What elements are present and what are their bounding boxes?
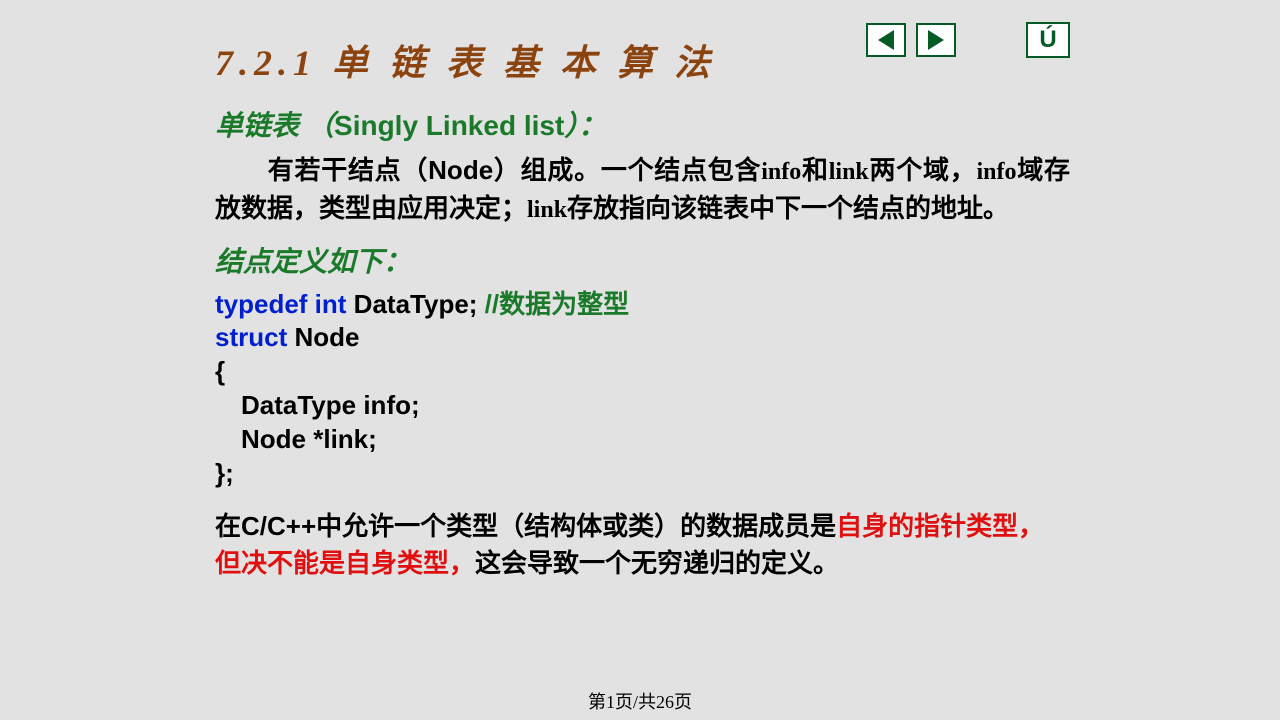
text: Node [287,322,359,352]
text: 和 [801,155,828,185]
slide-content: 7.2.1 单 链 表 基 本 算 法 单链表 （Singly Linked l… [215,34,1070,581]
page-indicator: 第1页/共26页 [0,688,1280,714]
text: 在C/C++中允许一个类型（结构体或类）的数据成员是 [215,511,836,541]
text: 两个域， [869,155,977,185]
text: info [761,159,801,185]
keyword: typedef int [215,289,346,319]
text-emphasis: 自身的指针类型， [836,511,1044,541]
text: info [976,159,1016,185]
paragraph-intro: 有若干结点（Node）组成。一个结点包含info和link两个域，info域存放… [215,152,1070,228]
code-line: struct Node [215,321,1070,355]
text: ）： [564,111,606,142]
code-line: DataType info; [215,389,1070,423]
heading-linked-list: 单链表 （Singly Linked list）： [215,104,1070,144]
text-emphasis: 但决不能是自身类型， [215,548,475,578]
code-line: typedef int DataType; //数据为整型 [215,288,1070,322]
code-line: { [215,355,1070,389]
text: 有若干结点（ [267,155,428,185]
section-title: 7.2.1 单 链 表 基 本 算 法 [215,34,1070,86]
heading-definition: 结点定义如下： [215,240,1070,280]
text: Singly Linked list [334,110,564,141]
code-block: typedef int DataType; //数据为整型 struct Nod… [215,288,1070,491]
text: ）组成。一个结点包含 [493,155,761,185]
text: 单链表 （ [215,111,334,142]
paragraph-note: 在C/C++中允许一个类型（结构体或类）的数据成员是自身的指针类型， 但决不能是自… [215,508,1070,581]
text: 这会导致一个无穷递归的定义。 [475,548,839,578]
text: Node *link; [241,424,377,454]
code-line: }; [215,457,1070,491]
text: link [829,159,869,185]
text: 存放指向该链表中下一个结点的地址。 [567,193,1009,223]
keyword: struct [215,322,287,352]
text: DataType; [346,289,484,319]
text: DataType info; [241,390,420,420]
text: link [527,197,567,223]
text: Node [428,155,493,185]
comment: //数据为整型 [485,289,629,319]
code-line: Node *link; [215,423,1070,457]
